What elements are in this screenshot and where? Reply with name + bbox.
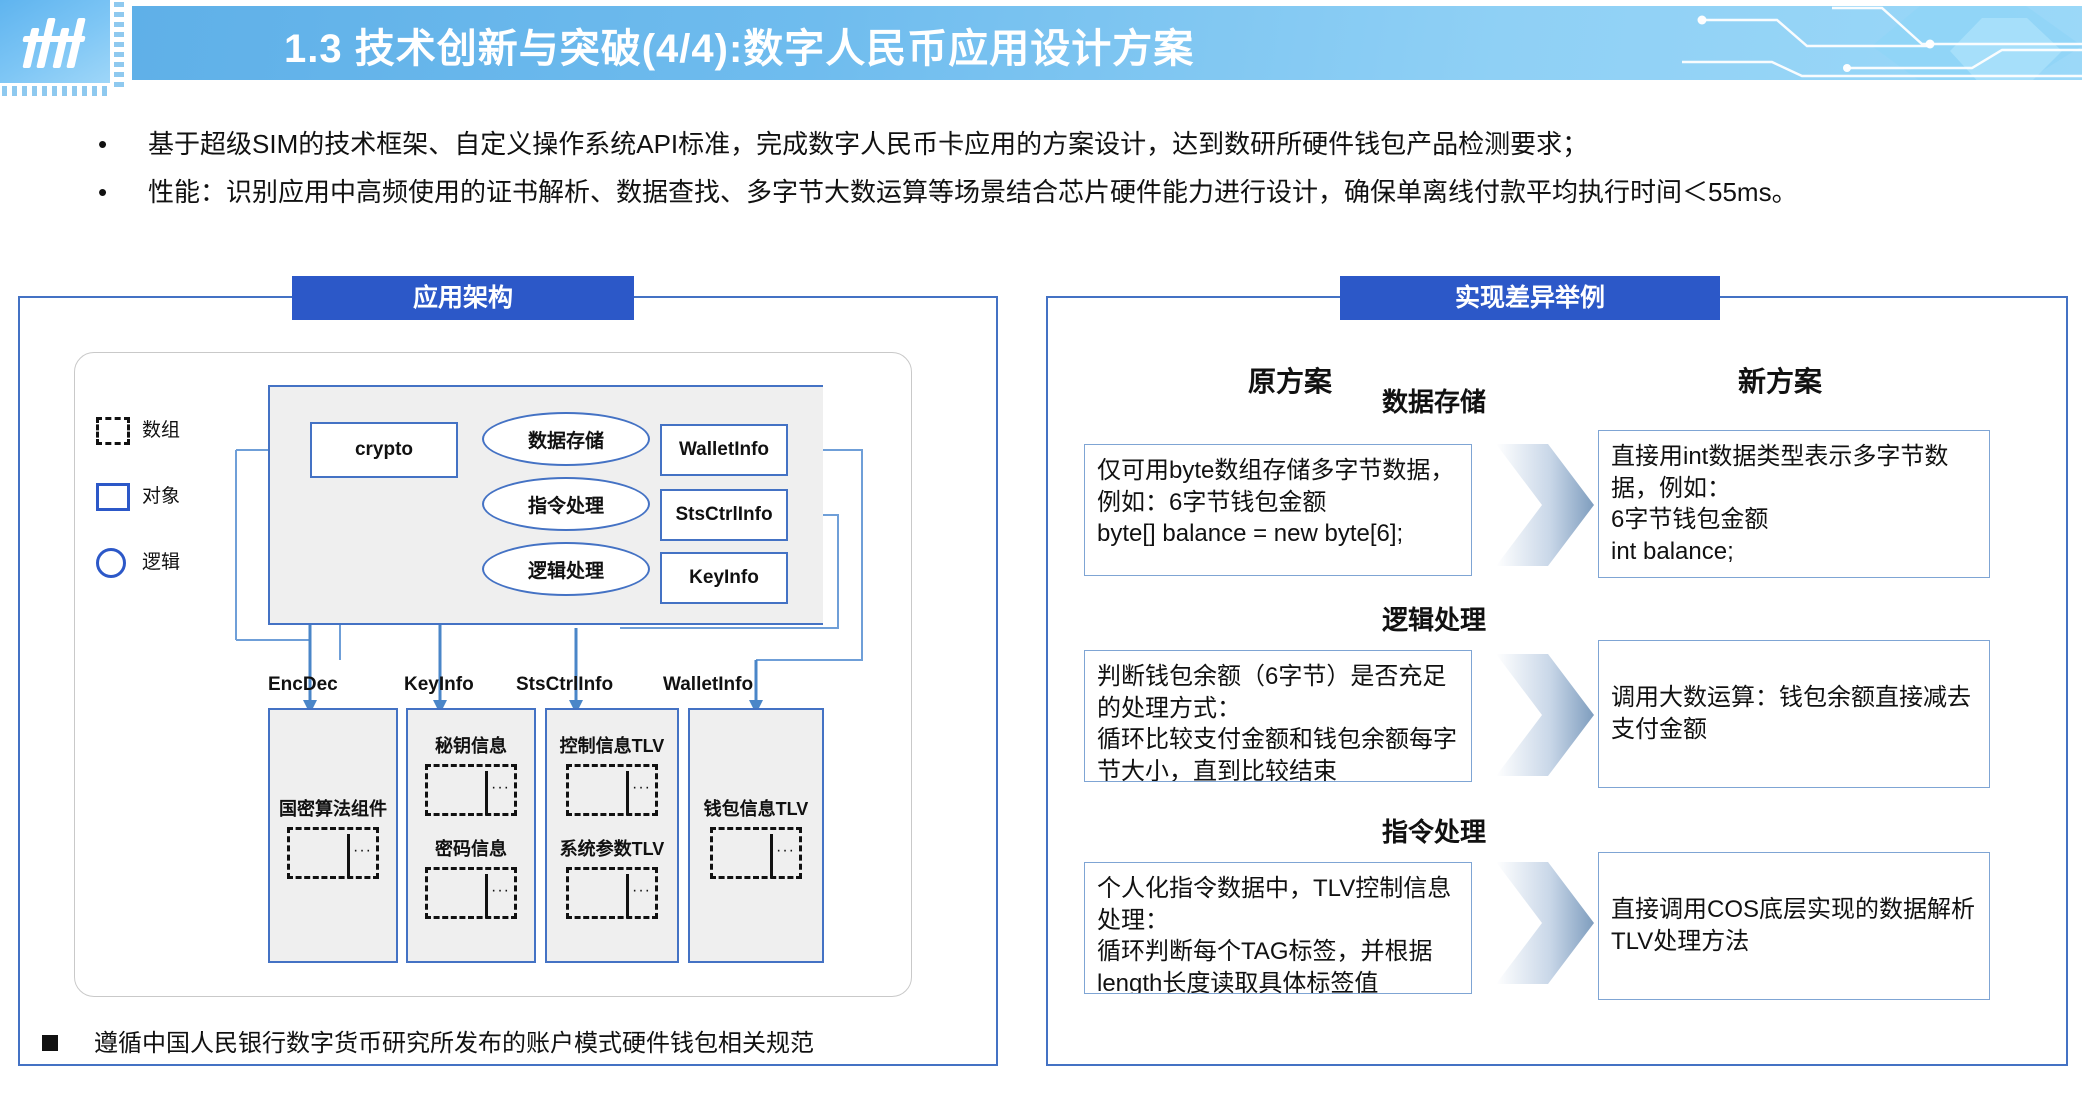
- column-item-caption: 控制信息TLV: [559, 736, 665, 756]
- node-stsctrlinfo[interactable]: StsCtrlInfo: [660, 489, 788, 541]
- array-group-icon: ···: [710, 827, 802, 879]
- column-box-encdec[interactable]: 国密算法组件 ···: [268, 708, 398, 963]
- dashed-rect-icon: [96, 417, 130, 445]
- array-group-icon: ···: [287, 827, 379, 879]
- column-item-caption: 密码信息: [435, 839, 507, 859]
- column-box-keyinfo[interactable]: 秘钥信息 ··· 密码信息 ···: [406, 708, 536, 963]
- array-group-icon: ···: [425, 867, 517, 919]
- column-item-caption: 国密算法组件: [279, 799, 387, 819]
- legend-item-array: 数组: [96, 415, 216, 451]
- array-group-icon: ···: [566, 764, 658, 816]
- old-scheme-text-1: 判断钱包余额（6字节）是否充足的处理方式： 循环比较支付金额和钱包余额每字节大小…: [1084, 650, 1472, 782]
- brand-logo-icon: [0, 0, 110, 83]
- column-item-caption: 秘钥信息: [435, 736, 507, 756]
- column-box-walletinfo[interactable]: 钱包信息TLV ···: [688, 708, 824, 963]
- legend-item-logic: 逻辑: [96, 547, 216, 583]
- new-scheme-text-1: 调用大数运算：钱包余额直接减去支付金额: [1598, 640, 1990, 788]
- row-label-command-processing: 指令处理: [1382, 817, 1487, 847]
- left-panel-title: 应用架构: [292, 276, 634, 320]
- node-keyinfo[interactable]: KeyInfo: [660, 552, 788, 604]
- legend-label: 逻辑: [142, 552, 181, 573]
- square-bullet-icon: [42, 1035, 58, 1051]
- new-scheme-text-0: 直接用int数据类型表示多字节数据，例如： 6字节钱包金额 int balanc…: [1598, 430, 1990, 578]
- legend-label: 对象: [142, 486, 181, 507]
- node-data-storage[interactable]: 数据存储: [482, 412, 650, 466]
- page-title: 1.3 技术创新与突破(4/4):数字人民币应用设计方案: [284, 27, 1195, 71]
- column-label-encdec: EncDec: [268, 674, 338, 695]
- node-logic-processing[interactable]: 逻辑处理: [482, 542, 650, 596]
- circle-icon: [96, 548, 126, 578]
- compliance-note: 遵循中国人民银行数字货币研究所发布的账户模式硬件钱包相关规范: [42, 1024, 942, 1064]
- node-crypto[interactable]: crypto: [310, 422, 458, 478]
- legend-label: 数组: [142, 420, 181, 441]
- column-label-keyinfo: KeyInfo: [404, 674, 474, 695]
- bullet-item: 基于超级SIM的技术框架、自定义操作系统API标准，完成数字人民币卡应用的方案设…: [90, 120, 2070, 168]
- legend: 数组 对象 逻辑: [96, 415, 216, 613]
- legend-item-object: 对象: [96, 481, 216, 517]
- array-group-icon: ···: [566, 867, 658, 919]
- solid-rect-icon: [96, 483, 130, 511]
- chevron-right-arrow-icon: [1490, 858, 1600, 988]
- slide-root: 1.3 技术创新与突破(4/4):数字人民币应用设计方案 基于超级SIM的技术框…: [0, 0, 2082, 1102]
- chevron-right-arrow-icon: [1490, 440, 1600, 570]
- old-scheme-text-0: 仅可用byte数组存储多字节数据，例如：6字节钱包金额 byte[] balan…: [1084, 444, 1472, 576]
- right-panel-title: 实现差异举例: [1340, 276, 1720, 320]
- column-label-stsctrlinfo: StsCtrlInfo: [516, 674, 614, 695]
- compliance-note-text: 遵循中国人民银行数字货币研究所发布的账户模式硬件钱包相关规范: [94, 1030, 814, 1057]
- column-label-walletinfo: WalletInfo: [663, 674, 754, 695]
- slide-header: 1.3 技术创新与突破(4/4):数字人民币应用设计方案: [0, 0, 2082, 96]
- new-scheme-text-2: 直接调用COS底层实现的数据解析TLV处理方法: [1598, 852, 1990, 1000]
- column-item-caption: 钱包信息TLV: [703, 799, 809, 819]
- node-walletinfo[interactable]: WalletInfo: [660, 424, 788, 476]
- column-box-stsctrlinfo[interactable]: 控制信息TLV ··· 系统参数TLV ···: [545, 708, 679, 963]
- title-bar: 1.3 技术创新与突破(4/4):数字人民币应用设计方案: [132, 6, 2082, 80]
- row-label-data-storage: 数据存储: [1382, 387, 1487, 417]
- column-header-new: 新方案: [1737, 366, 1822, 397]
- dotted-divider-horizontal: [2, 86, 110, 96]
- chevron-right-arrow-icon: [1490, 650, 1600, 780]
- array-group-icon: ···: [425, 764, 517, 816]
- node-command-processing[interactable]: 指令处理: [482, 477, 650, 531]
- column-item-caption: 系统参数TLV: [559, 839, 665, 859]
- dotted-divider-vertical: [114, 2, 124, 88]
- bullet-list: 基于超级SIM的技术框架、自定义操作系统API标准，完成数字人民币卡应用的方案设…: [90, 120, 2070, 216]
- bullet-item: 性能：识别应用中高频使用的证书解析、数据查找、多字节大数运算等场景结合芯片硬件能…: [90, 168, 2070, 216]
- row-label-logic-processing: 逻辑处理: [1382, 605, 1487, 635]
- old-scheme-text-2: 个人化指令数据中，TLV控制信息处理： 循环判断每个TAG标签，并根据lengt…: [1084, 862, 1472, 994]
